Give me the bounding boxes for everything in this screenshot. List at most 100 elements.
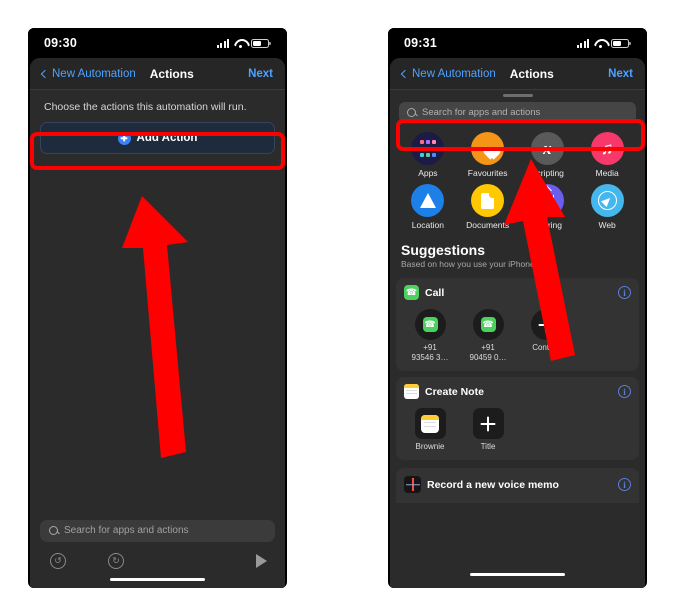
phone-icon: ☎ <box>414 309 446 340</box>
apps-grid-icon <box>411 132 445 165</box>
info-circle-icon[interactable]: i <box>618 385 631 398</box>
phone-screenshot-right: 09:31 New Automation Actions Next Search… <box>388 28 647 588</box>
search-icon <box>49 526 58 535</box>
page-title: Actions <box>509 66 554 81</box>
wifi-icon <box>234 39 246 48</box>
group-name: Create Note <box>425 385 484 398</box>
suggestion-record-voice-memo[interactable]: Record a new voice memo i <box>396 468 639 503</box>
group-name: Call <box>425 286 445 299</box>
suggestion-group-call: ☎ Call i ☎ +91 93546 3… ☎ +91 90459 0… C… <box>396 278 639 371</box>
battery-icon <box>611 38 631 48</box>
status-bar-right: 09:31 <box>388 28 647 58</box>
category-media[interactable]: ♫ Media <box>577 132 637 178</box>
phone-screenshot-left: 09:30 New Automation Actions Next Choose… <box>28 28 287 588</box>
info-circle-icon[interactable]: i <box>618 286 631 299</box>
suggestion-group-create-note: Create Note i Brownie Title <box>396 377 639 460</box>
item-label: Brownie <box>415 442 445 451</box>
category-label: Documents <box>466 220 510 230</box>
search-placeholder: Search for apps and actions <box>64 525 189 536</box>
category-label: Scripting <box>530 168 564 178</box>
location-arrow-icon <box>411 184 445 217</box>
sheet-right: New Automation Actions Next Search for a… <box>390 58 645 588</box>
left-bottom-toolbar: Search for apps and actions ↺ ↻ <box>30 511 285 588</box>
sheet-grabber-wrap <box>390 90 645 100</box>
add-action-button[interactable]: Add Action <box>40 122 275 154</box>
notes-icon <box>414 408 446 439</box>
item-label: +91 90459 0… <box>469 343 507 362</box>
page-title: Actions <box>149 66 194 81</box>
category-label: Apps <box>418 168 438 178</box>
category-grid: Apps Favourites x Scripting ♫ Media Loca… <box>390 123 645 236</box>
status-time: 09:30 <box>44 36 77 50</box>
home-indicator <box>470 572 565 576</box>
right-content: Search for apps and actions Apps Favouri… <box>390 90 645 588</box>
category-apps[interactable]: Apps <box>398 132 458 178</box>
list-item[interactable]: Brownie <box>408 408 452 452</box>
redo-icon[interactable]: ↻ <box>108 552 124 569</box>
sheet-left: New Automation Actions Next Choose the a… <box>30 58 285 588</box>
list-item[interactable]: Contact <box>524 309 568 363</box>
nav-bar-left: New Automation Actions Next <box>30 58 285 90</box>
play-icon[interactable] <box>256 553 267 568</box>
group-header: Create Note i <box>404 384 631 399</box>
plus-icon <box>530 309 562 340</box>
next-button[interactable]: Next <box>608 68 633 80</box>
status-icons <box>216 38 271 48</box>
back-button[interactable]: New Automation <box>400 67 496 80</box>
search-wrap: Search for apps and actions <box>390 100 645 123</box>
item-label: Contact <box>532 343 560 352</box>
voice-memo-icon <box>404 476 421 493</box>
search-icon <box>407 108 416 117</box>
back-button[interactable]: New Automation <box>40 67 136 80</box>
battery-icon <box>251 38 271 48</box>
wifi-icon <box>594 39 606 48</box>
hint-text: Choose the actions this automation will … <box>44 101 247 113</box>
chevron-left-icon <box>400 69 410 78</box>
plus-circle-icon <box>117 131 131 145</box>
info-circle-icon[interactable]: i <box>618 478 631 491</box>
list-item[interactable]: ☎ +91 93546 3… <box>408 309 452 363</box>
music-note-icon: ♫ <box>590 132 624 165</box>
back-label: New Automation <box>52 67 136 80</box>
category-web[interactable]: Web <box>577 184 637 230</box>
undo-icon[interactable]: ↺ <box>50 552 66 569</box>
heart-icon <box>471 132 505 165</box>
home-indicator <box>110 577 205 581</box>
share-icon <box>530 184 564 217</box>
category-location[interactable]: Location <box>398 184 458 230</box>
suggestions-title: Suggestions <box>401 242 486 258</box>
safari-compass-icon <box>590 184 624 217</box>
memo-name: Record a new voice memo <box>427 478 559 491</box>
category-label: Media <box>595 168 619 178</box>
list-item[interactable]: Title <box>466 408 510 452</box>
category-favourites[interactable]: Favourites <box>458 132 518 178</box>
list-item[interactable]: ☎ +91 90459 0… <box>466 309 510 363</box>
group-header: ☎ Call i <box>404 285 631 300</box>
item-label: Title <box>480 442 496 451</box>
search-placeholder: Search for apps and actions <box>422 107 541 118</box>
add-action-label: Add Action <box>136 132 198 144</box>
group-items: Brownie Title <box>404 399 631 452</box>
back-label: New Automation <box>412 67 496 80</box>
phone-icon: ☎ <box>404 285 419 300</box>
cellular-bars-icon <box>576 38 589 48</box>
editor-toolbar: ↺ ↻ <box>40 544 275 578</box>
phone-icon: ☎ <box>472 309 504 340</box>
category-documents[interactable]: Documents <box>458 184 518 230</box>
category-scripting[interactable]: x Scripting <box>518 132 578 178</box>
plus-icon <box>472 408 504 439</box>
status-time: 09:31 <box>404 36 437 50</box>
memo-row: Record a new voice memo i <box>404 476 631 493</box>
item-label: +91 93546 3… <box>411 343 449 362</box>
search-input-right[interactable]: Search for apps and actions <box>399 102 636 123</box>
sheet-grabber[interactable] <box>502 93 533 97</box>
category-label: Favourites <box>467 168 508 178</box>
suggestions-header: Suggestions Based on how you use your iP… <box>390 236 645 272</box>
category-sharing[interactable]: Sharing <box>518 184 578 230</box>
category-label: Sharing <box>532 220 563 230</box>
cellular-bars-icon <box>216 38 229 48</box>
category-label: Location <box>411 220 444 230</box>
search-input-left[interactable]: Search for apps and actions <box>40 519 275 542</box>
category-label: Web <box>598 220 616 230</box>
next-button[interactable]: Next <box>248 68 273 80</box>
